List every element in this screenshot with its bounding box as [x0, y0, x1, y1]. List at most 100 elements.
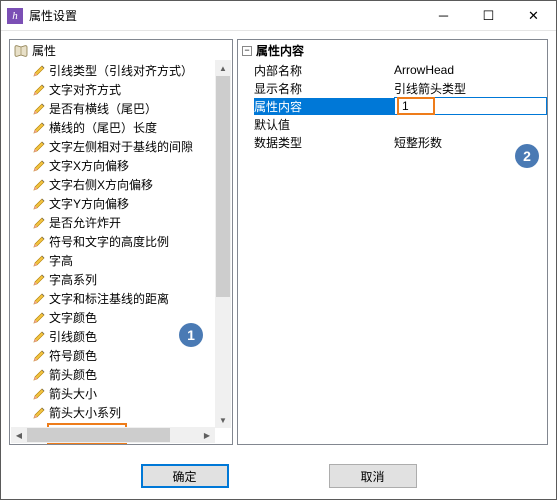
tree-item-label: 箭头大小: [49, 385, 97, 402]
tree-item[interactable]: 文字右侧X方向偏移: [12, 175, 215, 194]
pencil-icon: [32, 64, 46, 78]
property-row[interactable]: 属性内容1: [254, 97, 547, 115]
tree-item-label: 符号颜色: [49, 347, 97, 364]
tree-item-label: 文字Y方向偏移: [49, 195, 129, 212]
dialog-window: h 属性设置 ─ ☐ ✕ 属性 引线类型（引线对齐方式） 文字对齐方式是否有横线（…: [0, 0, 557, 500]
scroll-left-icon[interactable]: ◀: [11, 427, 27, 443]
tree-item-label: 文字颜色: [49, 309, 97, 326]
tree-item-label: 字高系列: [49, 271, 97, 288]
window-controls: ─ ☐ ✕: [421, 1, 556, 30]
tree-item-label: 箭头大小系列: [49, 404, 121, 421]
tree-item-label: 文字X方向偏移: [49, 157, 129, 174]
pencil-icon: [32, 197, 46, 211]
pencil-icon: [32, 83, 46, 97]
tree-item[interactable]: 箭头大小系列: [12, 403, 215, 422]
left-panel: 属性 引线类型（引线对齐方式）文字对齐方式是否有横线（尾巴）横线的（尾巴）长度文…: [9, 39, 233, 445]
property-value: ArrowHead: [394, 63, 547, 77]
tree-item-label: 文字右侧X方向偏移: [49, 176, 153, 193]
pencil-icon: [32, 406, 46, 420]
tree-item-label: 文字对齐方式: [49, 81, 121, 98]
right-panel: − 属性内容 内部名称ArrowHead显示名称引线箭头类型属性内容1默认值数据…: [237, 39, 548, 445]
scroll-right-icon[interactable]: ▶: [199, 427, 215, 443]
left-panel-header: 属性: [10, 40, 232, 61]
property-value: 1: [397, 97, 435, 115]
tree-item-label: 引线类型（引线对齐方式）: [49, 62, 193, 79]
tree-item[interactable]: 箭头颜色: [12, 365, 215, 384]
tree-item[interactable]: 是否允许炸开: [12, 213, 215, 232]
app-icon: h: [7, 8, 23, 24]
property-label: 内部名称: [254, 62, 394, 79]
property-tree[interactable]: 引线类型（引线对齐方式） 文字对齐方式是否有横线（尾巴） 横线的（尾巴）长度文字左侧…: [10, 61, 232, 444]
tree-item-label: 是否允许炸开: [49, 214, 121, 231]
tree-item[interactable]: 符号和文字的高度比例: [12, 232, 215, 251]
tree-item[interactable]: 是否有横线（尾巴）: [12, 99, 215, 118]
property-row[interactable]: 显示名称引线箭头类型: [254, 79, 547, 97]
content-area: 属性 引线类型（引线对齐方式）文字对齐方式是否有横线（尾巴）横线的（尾巴）长度文…: [1, 31, 556, 453]
pencil-icon: [32, 235, 46, 249]
pencil-icon: [32, 140, 46, 154]
dialog-footer: 确定 取消: [1, 453, 556, 499]
property-list: 内部名称ArrowHead显示名称引线箭头类型属性内容1默认值数据类型短整形数: [238, 61, 547, 444]
tree-item[interactable]: 引线类型（引线对齐方式）: [12, 61, 215, 80]
tree-item-label: 箭头颜色: [49, 366, 97, 383]
tree-item[interactable]: 字高: [12, 251, 215, 270]
pencil-icon: [32, 178, 46, 192]
tree-item[interactable]: 字高系列: [12, 270, 215, 289]
tree-item[interactable]: 文字和标注基线的距离: [12, 289, 215, 308]
tree-item[interactable]: 文字左侧相对于基线的间隙: [12, 137, 215, 156]
pencil-icon: [32, 273, 46, 287]
tree-item[interactable]: 文字Y方向偏移: [12, 194, 215, 213]
tree-item[interactable]: 文字对齐方式: [12, 80, 215, 99]
left-panel-title: 属性: [32, 42, 56, 59]
property-label: 属性内容: [254, 98, 394, 115]
tree-item[interactable]: 文字X方向偏移: [12, 156, 215, 175]
scroll-thumb-h[interactable]: [27, 428, 170, 442]
tree-item[interactable]: 横线的（尾巴）长度: [12, 118, 215, 137]
pencil-icon: [32, 368, 46, 382]
tree-item-label: 是否有横线（尾巴）: [49, 100, 157, 117]
pencil-icon: [32, 254, 46, 268]
minimize-button[interactable]: ─: [421, 1, 466, 30]
pencil-icon: [32, 311, 46, 325]
property-row[interactable]: 数据类型短整形数: [254, 133, 547, 151]
tree-item[interactable]: 箭头大小: [12, 384, 215, 403]
tree-item-label: 文字和标注基线的距离: [49, 290, 169, 307]
pencil-icon: [32, 159, 46, 173]
pencil-icon: [32, 330, 46, 344]
vertical-scrollbar[interactable]: ▲ ▼: [215, 60, 231, 428]
pencil-icon: [32, 349, 46, 363]
book-icon: [14, 45, 28, 57]
tree-item[interactable]: 符号颜色: [12, 346, 215, 365]
close-button[interactable]: ✕: [511, 1, 556, 30]
pencil-icon: [32, 102, 46, 116]
property-row[interactable]: 内部名称ArrowHead: [254, 61, 547, 79]
pencil-icon: [32, 121, 46, 135]
property-label: 数据类型: [254, 134, 394, 151]
window-title: 属性设置: [29, 7, 421, 24]
maximize-button[interactable]: ☐: [466, 1, 511, 30]
cancel-button[interactable]: 取消: [329, 464, 417, 488]
scroll-up-icon[interactable]: ▲: [215, 60, 231, 76]
tree-item-label: 字高: [49, 252, 73, 269]
titlebar: h 属性设置 ─ ☐ ✕: [1, 1, 556, 31]
horizontal-scrollbar[interactable]: ◀ ▶: [11, 427, 215, 443]
tree-item-label: 文字左侧相对于基线的间隙: [49, 138, 193, 155]
ok-button[interactable]: 确定: [141, 464, 229, 488]
annotation-badge-1: 1: [179, 323, 203, 347]
pencil-icon: [32, 387, 46, 401]
right-panel-header: − 属性内容: [238, 40, 547, 61]
tree-item-label: 引线颜色: [49, 328, 97, 345]
scroll-down-icon[interactable]: ▼: [215, 412, 231, 428]
tree-item-label: 横线的（尾巴）长度: [49, 119, 157, 136]
annotation-badge-2: 2: [515, 144, 539, 168]
right-panel-title: 属性内容: [256, 42, 304, 59]
collapse-icon[interactable]: −: [242, 46, 252, 56]
property-value-input[interactable]: 1: [394, 97, 547, 115]
tree-item-label: 符号和文字的高度比例: [49, 233, 169, 250]
property-value: 引线箭头类型: [394, 80, 547, 97]
scroll-thumb-v[interactable]: [216, 76, 230, 297]
property-label: 显示名称: [254, 80, 394, 97]
pencil-icon: [32, 292, 46, 306]
pencil-icon: [32, 216, 46, 230]
property-row[interactable]: 默认值: [254, 115, 547, 133]
